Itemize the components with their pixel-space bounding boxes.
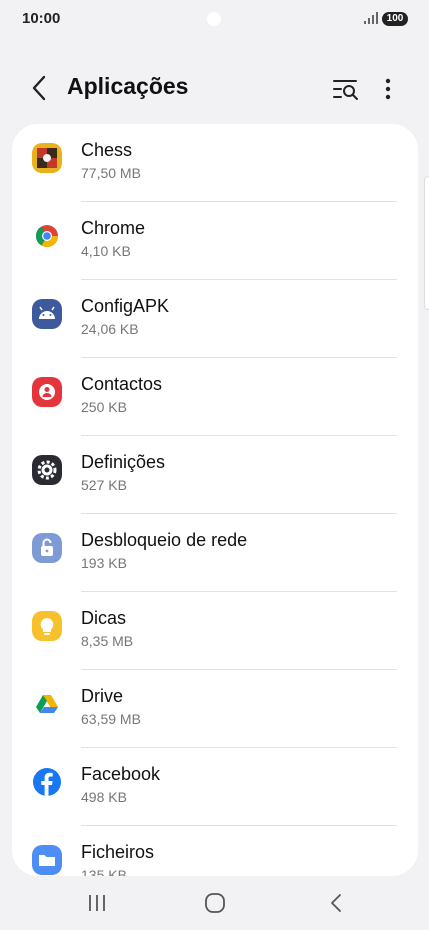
app-row-drive[interactable]: Drive 63,59 MB — [12, 670, 418, 748]
drive-icon — [36, 695, 58, 713]
page-title: Aplicações — [67, 73, 189, 99]
app-row-facebook[interactable]: Facebook 498 KB — [12, 748, 418, 826]
app-size: 63,59 MB — [81, 711, 141, 727]
app-name: Ficheiros — [81, 842, 155, 862]
battery-icon: 100 — [382, 12, 408, 26]
app-row-chrome[interactable]: Chrome 4,10 KB — [12, 202, 418, 280]
recents-icon[interactable] — [84, 892, 110, 914]
app-size: 4,10 KB — [81, 243, 131, 259]
scroll-handle[interactable] — [424, 176, 429, 310]
signal-icon — [364, 12, 378, 24]
app-size: 24,06 KB — [81, 321, 139, 337]
app-name: Contactos — [81, 374, 163, 394]
home-icon[interactable] — [202, 892, 228, 914]
app-row-contactos[interactable]: Contactos 250 KB — [12, 358, 418, 436]
app-size: 8,35 MB — [81, 633, 134, 649]
app-size: 498 KB — [81, 789, 127, 805]
app-name: Dicas — [81, 608, 127, 628]
chrome-icon — [36, 225, 58, 247]
app-bar: Aplicações — [0, 62, 429, 114]
unlock-icon — [32, 533, 62, 563]
back-button[interactable] — [26, 74, 54, 102]
chess-icon — [32, 143, 62, 173]
app-list: Chess 77,50 MB Chrome 4,10 KB ConfigAPK … — [12, 124, 418, 876]
back-icon[interactable] — [324, 892, 350, 914]
facebook-icon — [33, 768, 61, 796]
app-name: Chrome — [81, 218, 146, 238]
app-row-desbloqueio-de-rede[interactable]: Desbloqueio de rede 193 KB — [12, 514, 418, 592]
app-row-configapk[interactable]: ConfigAPK 24,06 KB — [12, 280, 418, 358]
contacts-icon — [32, 377, 62, 407]
app-size: 193 KB — [81, 555, 127, 571]
app-size: 250 KB — [81, 399, 127, 415]
app-name: Desbloqueio de rede — [81, 530, 248, 550]
lightbulb-icon — [32, 611, 62, 641]
status-time: 10:00 — [22, 10, 61, 27]
status-bar: 10:00 100 — [0, 0, 429, 40]
folder-icon — [32, 845, 62, 875]
navigation-bar — [0, 876, 429, 930]
settings-gear-icon — [32, 455, 62, 485]
app-name: Drive — [81, 686, 124, 706]
app-size: 77,50 MB — [81, 165, 141, 181]
app-name: Definições — [81, 452, 166, 472]
app-name: Facebook — [81, 764, 161, 784]
app-size: 135 KB — [81, 867, 127, 876]
app-row-dicas[interactable]: Dicas 8,35 MB — [12, 592, 418, 670]
app-name: Chess — [81, 140, 133, 160]
app-row-chess[interactable]: Chess 77,50 MB — [12, 124, 418, 202]
camera-dot — [207, 12, 221, 26]
app-row-ficheiros[interactable]: Ficheiros 135 KB — [12, 826, 418, 876]
search-filter-icon[interactable] — [332, 76, 360, 102]
app-name: ConfigAPK — [81, 296, 170, 316]
app-row-definicoes[interactable]: Definições 527 KB — [12, 436, 418, 514]
app-size: 527 KB — [81, 477, 127, 493]
more-vertical-icon[interactable] — [378, 76, 398, 102]
android-icon — [32, 299, 62, 329]
